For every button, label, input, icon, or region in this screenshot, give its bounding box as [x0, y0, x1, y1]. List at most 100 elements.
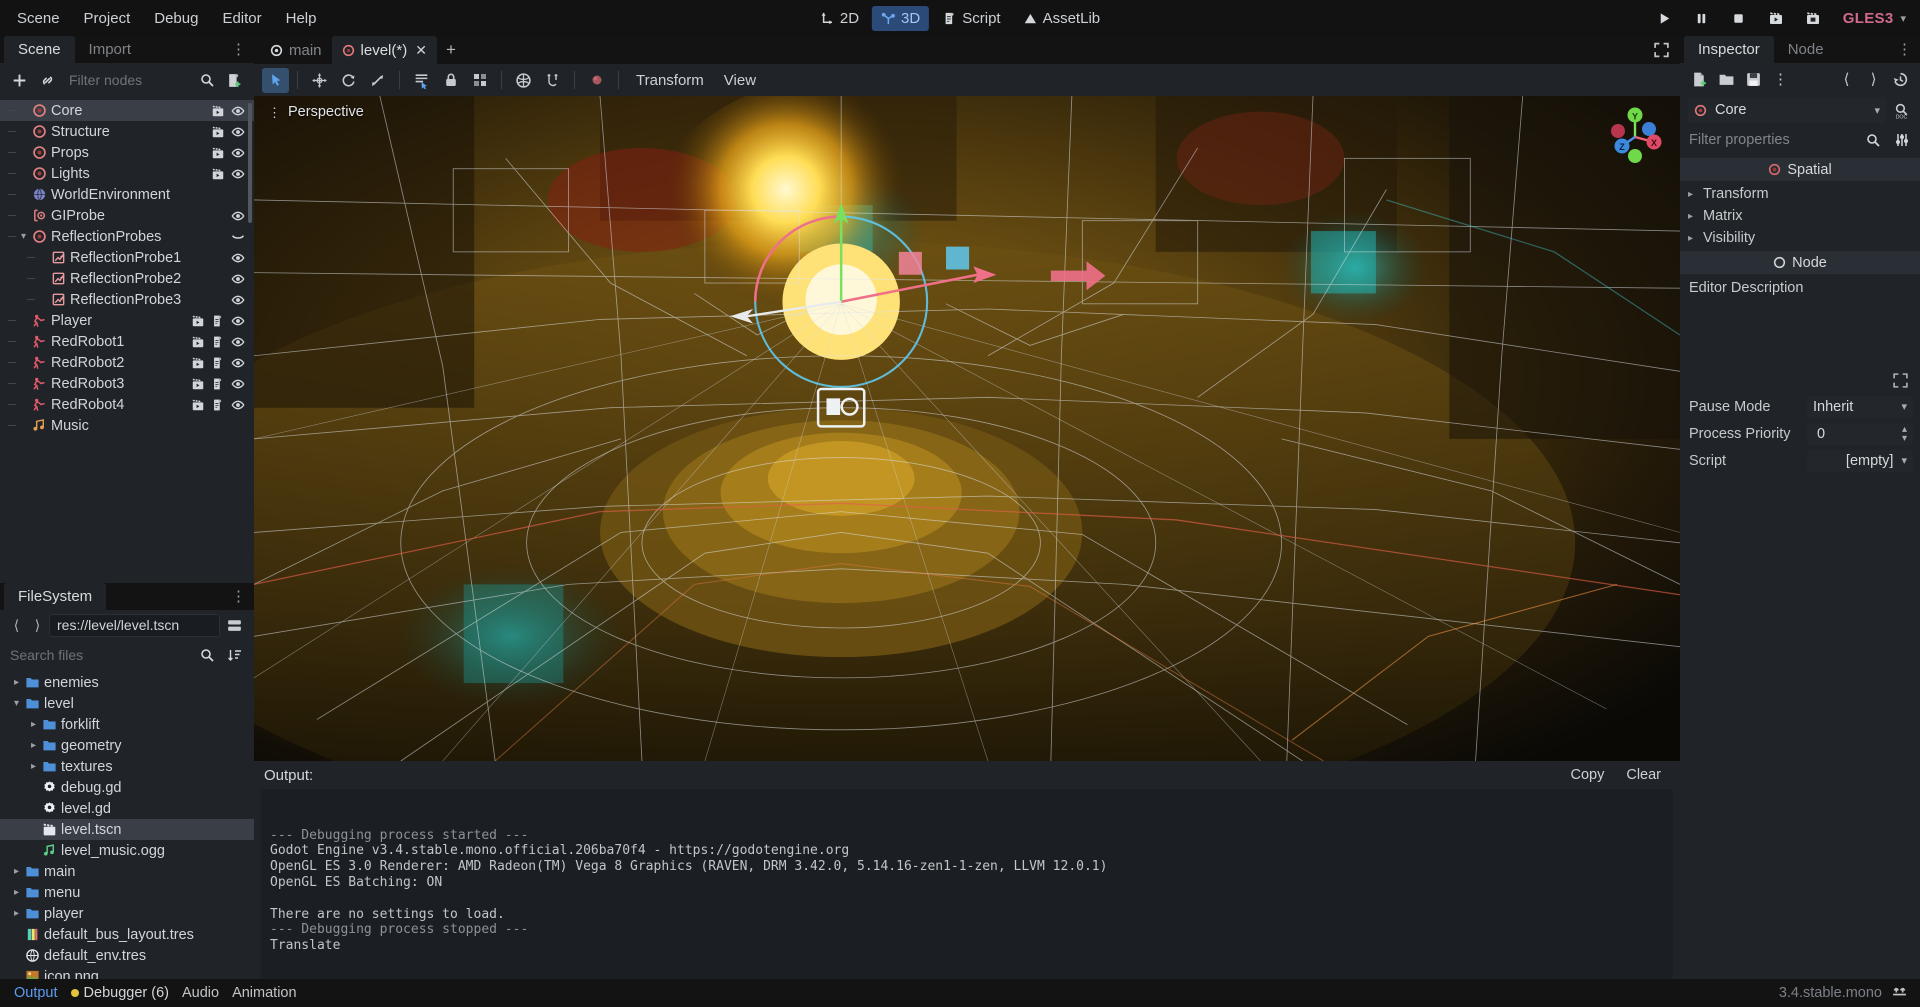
stop-button[interactable] — [1722, 5, 1756, 32]
view-menu-button[interactable]: View — [715, 69, 765, 92]
filesystem-tree[interactable]: ▸enemies▾level▸forklift▸geometry▸texture… — [0, 670, 254, 979]
eye-icon[interactable] — [231, 167, 245, 181]
filesystem-item-enemies[interactable]: ▸enemies — [0, 672, 254, 693]
pause-button[interactable] — [1685, 5, 1719, 32]
scene-tree-item-reflectionprobes[interactable]: ▾ReflectionProbes — [0, 226, 254, 247]
eye-closed-icon[interactable] — [231, 230, 245, 244]
eye-icon[interactable] — [231, 398, 245, 412]
menu-editor[interactable]: Editor — [211, 6, 272, 31]
filesystem-dock-menu-icon[interactable]: ⋮ — [231, 594, 246, 600]
attach-script-button[interactable] — [222, 68, 247, 93]
search-files-icon[interactable] — [194, 643, 219, 668]
3d-viewport[interactable]: ⋮ Perspective Y X Z — [254, 96, 1680, 761]
tab-inspector[interactable]: Inspector — [1684, 36, 1774, 63]
filesystem-item-main[interactable]: ▸main — [0, 861, 254, 882]
spinner-arrows-icon[interactable]: ▴▾ — [1902, 425, 1907, 443]
local-space-mode-button[interactable] — [510, 68, 537, 93]
eye-icon[interactable] — [231, 251, 245, 265]
snap-icon[interactable] — [211, 104, 225, 118]
snap-icon[interactable] — [191, 335, 205, 349]
expand-bottom-panel-icon[interactable] — [1891, 985, 1908, 1002]
scene-tree-item-reflectionprobe3[interactable]: ReflectionProbe3 — [0, 289, 254, 310]
snap-icon[interactable] — [191, 314, 205, 328]
eye-icon[interactable] — [231, 314, 245, 328]
script-icon[interactable] — [211, 356, 225, 370]
chevron-right-icon[interactable]: ▸ — [27, 761, 40, 772]
scene-tree-item-giprobe[interactable]: GIProbe — [0, 205, 254, 226]
filesystem-item-level-music-ogg[interactable]: level_music.ogg — [0, 840, 254, 861]
eye-icon[interactable] — [231, 125, 245, 139]
filter-properties-input[interactable]: Filter properties — [1689, 132, 1856, 148]
scene-tree-item-player[interactable]: Player — [0, 310, 254, 331]
save-resource-icon[interactable] — [1741, 67, 1766, 92]
list-select-button[interactable] — [408, 68, 435, 93]
chevron-right-icon[interactable]: ▸ — [27, 719, 40, 730]
scale-mode-button[interactable] — [364, 68, 391, 93]
scene-dock-menu-icon[interactable]: ⋮ — [231, 47, 246, 53]
distraction-free-mode-icon[interactable] — [1653, 42, 1670, 59]
filesystem-item-geometry[interactable]: ▸geometry — [0, 735, 254, 756]
history-next-icon[interactable]: ⟩ — [1861, 67, 1886, 92]
filesystem-item-debug-gd[interactable]: debug.gd — [0, 777, 254, 798]
filesystem-item-menu[interactable]: ▸menu — [0, 882, 254, 903]
filesystem-item-player[interactable]: ▸player — [0, 903, 254, 924]
tab-node[interactable]: Node — [1774, 36, 1838, 63]
editor-description-field[interactable] — [1689, 301, 1911, 393]
play-button[interactable] — [1648, 5, 1682, 32]
move-mode-button[interactable] — [306, 68, 333, 93]
filesystem-item-level-tscn[interactable]: level.tscn — [0, 819, 254, 840]
eye-icon[interactable] — [231, 356, 245, 370]
menu-debug[interactable]: Debug — [143, 6, 209, 31]
chevron-down-icon[interactable]: ▾ — [10, 698, 23, 709]
eye-icon[interactable] — [231, 209, 245, 223]
bottom-tab-debugger[interactable]: Debugger (6) — [71, 985, 169, 1001]
chevron-down-icon[interactable]: ▾ — [1901, 454, 1907, 467]
filter-nodes-input[interactable]: Filter nodes — [63, 68, 191, 93]
tab-assetlib[interactable]: AssetLib — [1014, 6, 1110, 31]
tab-3d[interactable]: 3D — [872, 6, 929, 31]
snap-icon[interactable] — [211, 125, 225, 139]
eye-icon[interactable] — [231, 104, 245, 118]
preview-sun-button[interactable] — [583, 68, 610, 93]
lock-selected-button[interactable] — [437, 68, 464, 93]
history-prev-icon[interactable]: ⟨ — [1834, 67, 1859, 92]
snap-icon[interactable] — [191, 398, 205, 412]
scene-tree-item-props[interactable]: Props — [0, 142, 254, 163]
scene-tree-item-core[interactable]: Core — [0, 100, 254, 121]
chevron-down-icon[interactable]: ▾ — [1874, 104, 1880, 117]
inspector-dock-menu-icon[interactable]: ⋮ — [1897, 47, 1912, 53]
instance-scene-button[interactable] — [35, 68, 60, 93]
output-log[interactable]: --- Debugging process started ---Godot E… — [261, 789, 1673, 979]
menu-help[interactable]: Help — [275, 6, 328, 31]
filesystem-item-default-bus-layout-tres[interactable]: default_bus_layout.tres — [0, 924, 254, 945]
scene-tree-item-redrobot2[interactable]: RedRobot2 — [0, 352, 254, 373]
snap-mode-button[interactable] — [539, 68, 566, 93]
load-resource-icon[interactable] — [1714, 67, 1739, 92]
nav-forward-icon[interactable]: ⟩ — [28, 614, 47, 636]
menu-project[interactable]: Project — [73, 6, 142, 31]
eye-icon[interactable] — [231, 146, 245, 160]
transform-menu-button[interactable]: Transform — [627, 69, 713, 92]
snap-icon[interactable] — [211, 146, 225, 160]
tab-2d[interactable]: 2D — [811, 6, 868, 31]
bottom-tab-audio[interactable]: Audio — [182, 985, 219, 1001]
filesystem-item-default-env-tres[interactable]: default_env.tres — [0, 945, 254, 966]
snap-icon[interactable] — [191, 356, 205, 370]
chevron-right-icon[interactable]: ▸ — [27, 740, 40, 751]
chevron-down-icon[interactable]: ▾ — [1900, 12, 1908, 25]
script-icon[interactable] — [211, 377, 225, 391]
scene-tree-item-worldenvironment[interactable]: WorldEnvironment — [0, 184, 254, 205]
eye-icon[interactable] — [231, 272, 245, 286]
scene-tree-item-redrobot3[interactable]: RedRobot3 — [0, 373, 254, 394]
scene-tree-scrollbar[interactable] — [248, 103, 252, 223]
search-properties-icon[interactable] — [1860, 127, 1885, 152]
chevron-down-icon[interactable]: ▾ — [17, 231, 30, 242]
inspected-object-selector[interactable]: Core ▾ — [1688, 98, 1886, 123]
chevron-down-icon[interactable]: ▾ — [1901, 400, 1907, 413]
tab-import[interactable]: Import — [75, 36, 146, 63]
axis-gizmo[interactable]: Y X Z — [1604, 104, 1666, 166]
scene-tree-item-reflectionprobe2[interactable]: ReflectionProbe2 — [0, 268, 254, 289]
bottom-tab-output[interactable]: Output — [14, 985, 58, 1001]
copy-button[interactable]: Copy — [1561, 765, 1613, 785]
clear-button[interactable]: Clear — [1617, 765, 1670, 785]
